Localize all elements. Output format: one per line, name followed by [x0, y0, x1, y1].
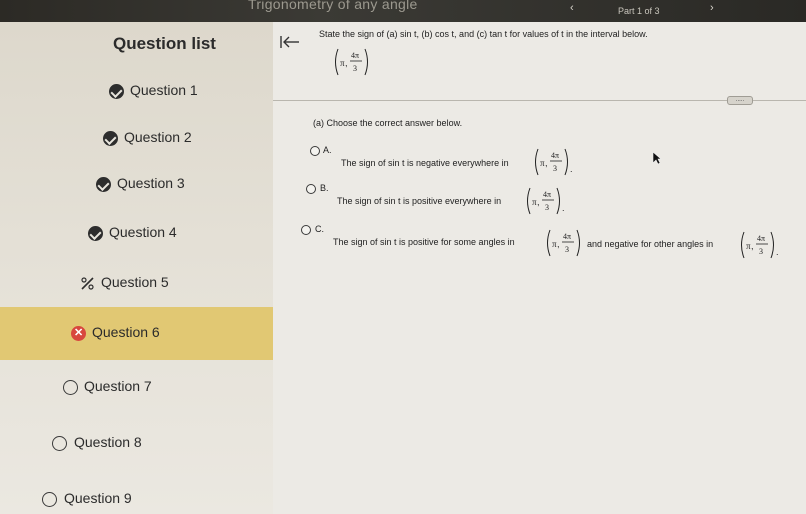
unanswered-circle-icon [42, 492, 57, 507]
svg-text:,: , [557, 239, 560, 249]
choice-c-text-middle[interactable]: and negative for other angles in [587, 239, 713, 249]
unanswered-circle-icon [63, 380, 78, 395]
question-list-title: Question list [113, 34, 216, 53]
choice-c-letter: C. [315, 224, 324, 234]
svg-text:4π: 4π [563, 232, 571, 241]
assignment-title: Trigonometry of any angle [248, 0, 418, 12]
svg-text:,: , [545, 158, 548, 168]
interval-expression: π , 4π 3 [335, 48, 368, 76]
question-label: Question 4 [109, 224, 177, 240]
question-label: Question 8 [74, 434, 142, 450]
choice-b-radio[interactable] [306, 184, 316, 194]
question-panel [273, 22, 806, 514]
expand-more-button[interactable]: ..... [727, 96, 753, 105]
question-label: Question 3 [117, 175, 185, 191]
question-label: Question 1 [130, 82, 198, 98]
choice-b-interval: π , 4π 3 . [527, 187, 565, 215]
svg-text:4π: 4π [551, 151, 559, 160]
collapse-sidebar-icon[interactable] [280, 35, 300, 49]
svg-text:3: 3 [553, 164, 557, 173]
question-item-2[interactable]: Question 2 [0, 116, 273, 162]
svg-text:,: , [537, 197, 540, 207]
question-label: Question 2 [124, 129, 192, 145]
choice-c-interval-1: π , 4π 3 [547, 229, 580, 257]
choice-c-text[interactable]: The sign of sin t is positive for some a… [333, 237, 515, 247]
svg-text:4π: 4π [351, 51, 359, 60]
question-item-1[interactable]: Question 1 [0, 69, 273, 115]
svg-text:3: 3 [565, 245, 569, 254]
incorrect-x-icon [71, 326, 86, 341]
question-label: Question 9 [64, 490, 132, 506]
question-item-8[interactable]: Question 8 [0, 421, 273, 467]
svg-text:3: 3 [353, 64, 357, 73]
answered-check-icon [109, 84, 124, 99]
question-item-3[interactable]: Question 3 [0, 162, 273, 208]
svg-text:4π: 4π [543, 190, 551, 199]
choice-a-interval: π , 4π 3 . [535, 148, 573, 176]
choice-a-radio[interactable] [310, 146, 320, 156]
svg-text:,: , [345, 58, 348, 68]
svg-text:3: 3 [759, 247, 763, 256]
svg-text:3: 3 [545, 203, 549, 212]
question-item-7[interactable]: Question 7 [0, 365, 273, 411]
choice-b-text[interactable]: The sign of sin t is positive everywhere… [337, 196, 501, 206]
question-label: Question 6 [92, 324, 160, 340]
svg-text:.: . [776, 247, 779, 257]
question-prompt: State the sign of (a) sin t, (b) cos t, … [319, 29, 648, 39]
svg-text:,: , [751, 241, 754, 251]
answered-check-icon [88, 226, 103, 241]
choice-c-interval-2: π , 4π 3 . [741, 231, 779, 259]
choice-c-radio[interactable] [301, 225, 311, 235]
part-indicator: Part 1 of 3 [618, 6, 660, 16]
choice-a-letter: A. [323, 145, 332, 155]
partial-credit-icon [80, 276, 95, 291]
svg-text:.: . [562, 203, 565, 213]
svg-text:4π: 4π [757, 234, 765, 243]
choice-a-text[interactable]: The sign of sin t is negative everywhere… [341, 158, 509, 168]
next-part-icon[interactable]: › [710, 2, 714, 14]
answered-check-icon [103, 131, 118, 146]
top-bar: Trigonometry of any angle ‹ Part 1 of 3 … [0, 0, 806, 22]
question-item-5[interactable]: Question 5 [0, 261, 273, 307]
unanswered-circle-icon [52, 436, 67, 451]
question-label: Question 7 [84, 378, 152, 394]
answered-check-icon [96, 177, 111, 192]
question-label: Question 5 [101, 274, 169, 290]
question-list-panel: Question list Question 1 Question 2 Ques… [0, 22, 273, 514]
svg-text:.: . [570, 164, 573, 174]
question-item-9[interactable]: Question 9 [0, 477, 273, 514]
prev-part-icon[interactable]: ‹ [570, 2, 574, 14]
question-item-6[interactable]: Question 6 [0, 307, 273, 360]
question-item-4[interactable]: Question 4 [0, 211, 273, 257]
part-a-instruction: (a) Choose the correct answer below. [313, 118, 463, 128]
mouse-cursor-icon [652, 151, 662, 165]
choice-b-letter: B. [320, 183, 329, 193]
